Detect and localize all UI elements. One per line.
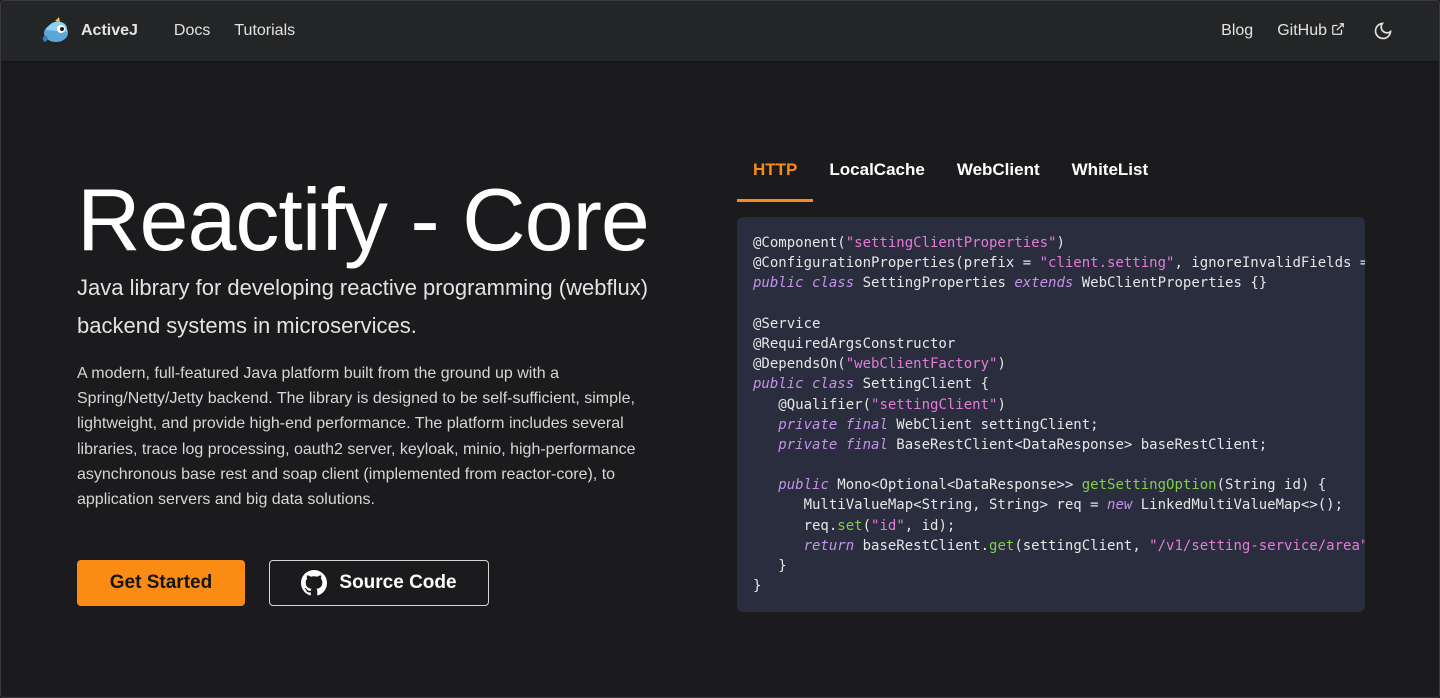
code-token: getSettingOption: [1081, 477, 1217, 494]
tab-localcache[interactable]: LocalCache: [813, 151, 940, 202]
moon-icon: [1374, 22, 1392, 40]
code-token: private final: [778, 416, 888, 433]
code-token: "client.setting": [1039, 255, 1175, 272]
hero-description: A modern, full-featured Java platform bu…: [77, 365, 636, 509]
code-token: "settingClient": [871, 396, 998, 413]
tab-webclient[interactable]: WebClient: [941, 151, 1056, 202]
code-line: public class SettingClient {: [753, 374, 1349, 394]
brand-title: ActiveJ: [81, 22, 138, 39]
code-token: , id);: [904, 517, 956, 534]
code-token: new: [1107, 497, 1133, 514]
code-token: "id": [871, 517, 905, 534]
code-token: LinkedMultiValueMap<>();: [1132, 497, 1344, 514]
code-token: @DependsOn(: [753, 356, 846, 373]
code-token: private final: [778, 436, 888, 453]
source-code-button[interactable]: Source Code: [269, 560, 489, 606]
theme-toggle-button[interactable]: [1367, 15, 1399, 47]
code-token: set: [837, 517, 863, 534]
code-line: }: [753, 556, 1349, 576]
hero-title: Reactify - Core: [77, 170, 650, 269]
code-line: req.set("id", id);: [753, 516, 1349, 536]
nav-link-github[interactable]: GitHub: [1265, 22, 1357, 40]
get-started-button[interactable]: Get Started: [77, 560, 245, 606]
code-token: extends: [1014, 275, 1074, 292]
code-line: @ConfigurationProperties(prefix = "clien…: [753, 253, 1365, 273]
hero-subtitle: Java library for developing reactive pro…: [77, 275, 649, 338]
tab-http[interactable]: HTTP: [737, 151, 814, 202]
code-line: private final WebClient settingClient;: [753, 415, 1349, 435]
code-token: }: [753, 578, 762, 595]
code-token: "settingClientProperties": [845, 235, 1057, 251]
tab-whitelist[interactable]: WhiteList: [1056, 151, 1165, 202]
activej-logo-icon: [42, 17, 68, 42]
code-token: @ConfigurationProperties(prefix =: [753, 255, 1040, 272]
source-code-label: Source Code: [339, 572, 457, 593]
nav-link-tutorials[interactable]: Tutorials: [222, 22, 307, 40]
code-token: MultiValueMap<String, String> req =: [753, 497, 1108, 514]
github-link-label: GitHub: [1277, 22, 1327, 39]
code-line: return baseRestClient.get(settingClient,…: [753, 536, 1365, 556]
code-line: private final BaseRestClient<DataRespons…: [753, 435, 1349, 455]
code-line: public class SettingProperties extends W…: [753, 273, 1349, 293]
code-token: ): [997, 356, 1006, 373]
code-token: SettingProperties: [854, 275, 1015, 292]
navbar-right: Blog GitHub: [1209, 15, 1399, 47]
github-icon: [301, 570, 328, 596]
code-token: get: [989, 537, 1015, 554]
code-token: return: [803, 537, 855, 554]
nav-link-blog[interactable]: Blog: [1209, 22, 1265, 40]
code-token: , ignoreInvalidFields =: [1174, 255, 1365, 272]
code-token: @Service: [753, 315, 821, 332]
code-token: Mono<Optional<DataResponse>>: [828, 477, 1082, 494]
brand-link[interactable]: ActiveJ: [41, 16, 138, 46]
code-token: }: [753, 558, 787, 574]
code-token: @Qualifier(: [753, 396, 872, 413]
code-token: WebClientProperties {}: [1073, 275, 1268, 292]
code-token: (String id) {: [1216, 477, 1327, 494]
code-line: MultiValueMap<String, String> req = new …: [753, 495, 1349, 515]
code-token: (: [862, 517, 872, 534]
page-frame: ActiveJ Docs Tutorials Blog GitHub React…: [0, 0, 1440, 698]
code-line: }: [753, 576, 1349, 596]
code-line: public Mono<Optional<DataResponse>> getS…: [753, 475, 1349, 495]
code-token: ): [1056, 235, 1065, 251]
code-token: WebClient settingClient;: [887, 416, 1099, 433]
code-token: "webClientFactory": [845, 356, 998, 373]
code-token: public: [778, 477, 829, 494]
code-line: @RequiredArgsConstructor: [753, 334, 1349, 354]
code-token: req.: [753, 517, 838, 534]
code-line: @Component("settingClientProperties"): [753, 233, 1349, 253]
code-tabs: HTTP LocalCache WebClient WhiteList: [737, 151, 1164, 202]
code-token: BaseRestClient<DataResponse> baseRestCli…: [887, 436, 1268, 453]
code-line: @Qualifier("settingClient"): [753, 395, 1349, 415]
code-block[interactable]: @Component("settingClientProperties") @Co…: [737, 217, 1365, 612]
navbar: ActiveJ Docs Tutorials Blog GitHub: [1, 1, 1439, 61]
code-line: @DependsOn("webClientFactory"): [753, 354, 1349, 374]
code-line: @Service: [753, 314, 1349, 334]
external-link-icon: [1332, 23, 1344, 35]
code-token: public class: [753, 376, 855, 393]
code-token: SettingClient {: [854, 376, 990, 393]
code-content: @Component("settingClientProperties") @Co…: [753, 233, 1365, 596]
code-token: baseRestClient.: [854, 537, 990, 554]
code-token: public class: [753, 275, 855, 292]
code-token: ): [997, 396, 1006, 413]
code-token: @RequiredArgsConstructor: [753, 335, 956, 352]
code-token: @Component(: [753, 235, 846, 251]
nav-link-docs[interactable]: Docs: [162, 22, 222, 40]
code-token: "/v1/setting-service/area": [1149, 537, 1365, 554]
code-token: (settingClient,: [1014, 537, 1150, 554]
